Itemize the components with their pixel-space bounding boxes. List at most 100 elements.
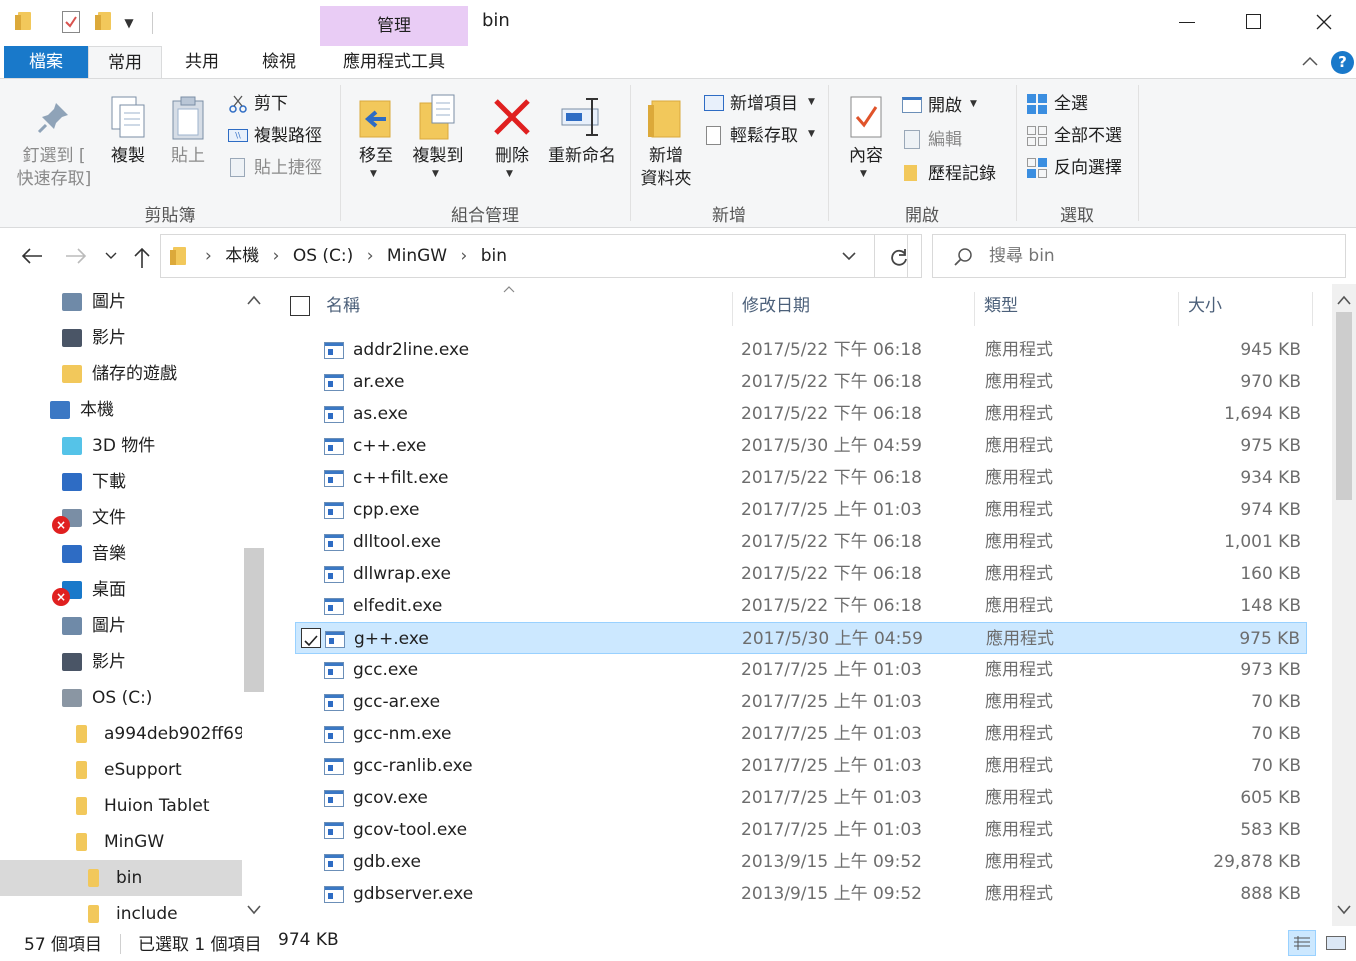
new-item-icon [704,95,724,111]
nav-item[interactable]: Huion Tablet [0,788,242,824]
move-to-button[interactable]: 移至 ▼ [350,93,402,189]
open-button[interactable]: 開啟 ▼ [900,93,1008,119]
select-all-button[interactable]: 全選 [1024,91,1134,117]
file-row[interactable]: gdb.exe 2013/9/15 上午 09:52 應用程式 29,878 KB [295,846,1307,878]
rename-button[interactable]: 重新命名 [544,93,620,173]
nav-item[interactable]: bin [0,860,242,896]
breadcrumb-mingw[interactable]: MinGW [387,246,447,266]
properties-button[interactable]: 內容 ▼ [838,93,894,189]
nav-scrollbar[interactable] [242,284,266,926]
file-row[interactable]: gcov.exe 2017/7/25 上午 01:03 應用程式 605 KB [295,782,1307,814]
nav-item[interactable]: × 文件 [0,500,242,536]
paste-shortcut-button[interactable]: 貼上捷徑 [226,155,336,181]
tab-application-tools[interactable]: 應用程式工具 [326,46,462,78]
properties-icon[interactable] [62,11,80,33]
file-list-scrollbar-thumb[interactable] [1336,312,1352,500]
new-folder-button[interactable]: 新增 資料夾 [636,93,696,193]
select-none-button[interactable]: 全部不選 [1024,123,1138,149]
file-row[interactable]: c++filt.exe 2017/5/22 下午 06:18 應用程式 934 KB [295,462,1307,494]
nav-item[interactable]: a994deb902ff69 [0,716,245,752]
nav-scrollbar-thumb[interactable] [244,548,264,692]
new-item-button[interactable]: 新增項目 ▼ [702,91,824,117]
copy-button[interactable]: 複製 [104,93,152,173]
file-list-scrollbar[interactable] [1332,284,1356,926]
file-row[interactable]: g++.exe 2017/5/30 上午 04:59 應用程式 975 KB [295,622,1307,654]
nav-item[interactable]: eSupport [0,752,242,788]
nav-item[interactable]: MinGW [0,824,242,860]
refresh-button[interactable] [874,234,922,278]
copy-to-button[interactable]: 複製到 ▼ [408,93,468,189]
scroll-down-icon[interactable] [1336,904,1352,916]
nav-item[interactable]: include [0,896,242,926]
scroll-down-icon[interactable] [246,904,262,916]
file-row[interactable]: dlltool.exe 2017/5/22 下午 06:18 應用程式 1,001 K… [295,526,1307,558]
tab-share[interactable]: 共用 [168,46,236,78]
file-row[interactable]: cpp.exe 2017/7/25 上午 01:03 應用程式 974 KB [295,494,1307,526]
paste-icon [172,96,204,140]
file-size: 945 KB [1240,340,1301,360]
up-button[interactable] [130,244,154,270]
file-row[interactable]: gcov-tool.exe 2017/7/25 上午 01:03 應用程式 583 K… [295,814,1307,846]
file-row[interactable]: gcc-nm.exe 2017/7/25 上午 01:03 應用程式 70 KB [295,718,1307,750]
nav-item[interactable]: 本機 [0,392,242,428]
folder-icon[interactable] [15,12,31,30]
file-row[interactable]: gcc-ar.exe 2017/7/25 上午 01:03 應用程式 70 KB [295,686,1307,718]
maximize-button[interactable] [1230,0,1276,44]
breadcrumb-this-pc[interactable]: 本機 [225,246,259,266]
search-input[interactable] [989,243,1329,269]
nav-item[interactable]: 下載 [0,464,242,500]
address-dropdown-button[interactable] [835,245,863,267]
scroll-up-icon[interactable] [246,294,262,306]
file-row[interactable]: ar.exe 2017/5/22 下午 06:18 應用程式 970 KB [295,366,1307,398]
nav-item[interactable]: OS (C:) [0,680,242,716]
customize-quick-access-icon[interactable]: ▼ [122,14,136,32]
file-row[interactable]: dllwrap.exe 2017/5/22 下午 06:18 應用程式 160 KB [295,558,1307,590]
large-icons-view-button[interactable] [1322,930,1350,956]
history-button[interactable]: 歷程記錄 [900,161,1014,187]
file-row[interactable]: gcc.exe 2017/7/25 上午 01:03 應用程式 973 KB [295,654,1307,686]
file-row[interactable]: gdbserver.exe 2013/9/15 上午 09:52 應用程式 888 K… [295,878,1307,910]
file-row[interactable]: gcc-ranlib.exe 2017/7/25 上午 01:03 應用程式 70 K… [295,750,1307,782]
nav-item[interactable]: 影片 [0,320,242,356]
nav-item[interactable]: 3D 物件 [0,428,242,464]
scroll-up-icon[interactable] [1336,294,1352,306]
minimize-button[interactable] [1164,0,1210,44]
nav-item[interactable]: 儲存的遊戲 [0,356,242,392]
collapse-ribbon-icon[interactable] [1300,52,1320,72]
file-row[interactable]: as.exe 2017/5/22 下午 06:18 應用程式 1,694 KB [295,398,1307,430]
forward-button[interactable] [62,244,90,268]
tab-view[interactable]: 檢視 [244,46,314,78]
file-name: c++filt.exe [353,468,449,488]
row-checkbox[interactable] [301,628,321,648]
breadcrumb-drive[interactable]: OS (C:) [293,246,353,266]
new-folder-icon[interactable] [95,12,111,30]
file-row[interactable]: addr2line.exe 2017/5/22 下午 06:18 應用程式 945 K… [295,334,1307,366]
nav-item[interactable]: 影片 [0,644,242,680]
address-box[interactable]: › 本機 › OS (C:) › MinGW › bin [160,234,908,278]
nav-item[interactable]: 圖片 [0,608,242,644]
back-button[interactable] [18,244,46,268]
pin-quick-access-button[interactable]: 釘選到 [ 快速存取] [6,93,102,203]
tab-file[interactable]: 檔案 [4,46,88,78]
cut-button[interactable]: 剪下 [226,91,336,117]
delete-button[interactable]: 刪除 ▼ [486,93,538,189]
file-row[interactable]: c++.exe 2017/5/30 上午 04:59 應用程式 975 KB [295,430,1307,462]
file-type: 應用程式 [985,372,1053,392]
tab-home[interactable]: 常用 [88,46,162,78]
copy-path-button[interactable]: \\ 複製路徑 [226,123,336,149]
pictures-icon [62,617,82,635]
paste-button[interactable]: 貼上 [164,93,212,173]
help-icon[interactable]: ? [1331,51,1354,74]
breadcrumb-bin[interactable]: bin [481,246,507,266]
details-view-button[interactable] [1288,930,1316,956]
search-box[interactable] [932,234,1346,278]
recent-locations-button[interactable] [104,248,118,264]
edit-button[interactable]: 編輯 [900,127,1008,153]
invert-selection-button[interactable]: 反向選擇 [1024,155,1138,181]
easy-access-button[interactable]: 輕鬆存取 ▼ [702,123,824,149]
nav-item[interactable]: 圖片 [0,284,242,320]
nav-item[interactable]: × 桌面 [0,572,242,608]
file-row[interactable]: elfedit.exe 2017/5/22 下午 06:18 應用程式 148 KB [295,590,1307,622]
close-button[interactable] [1300,0,1350,44]
nav-item[interactable]: 音樂 [0,536,242,572]
